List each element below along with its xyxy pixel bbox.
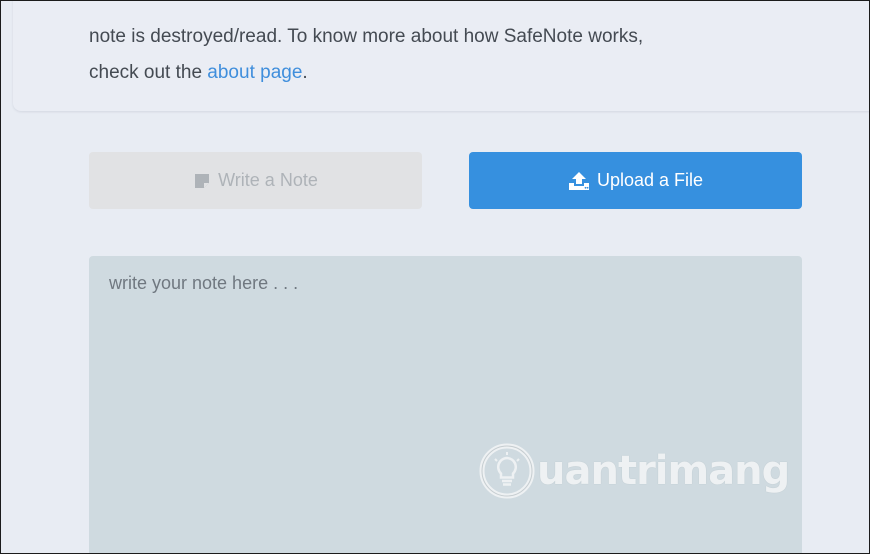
about-page-link[interactable]: about page (207, 62, 302, 83)
note-icon (193, 172, 211, 190)
write-note-tab[interactable]: Write a Note (89, 152, 422, 209)
upload-icon (568, 171, 590, 191)
upload-file-label: Upload a File (596, 170, 704, 190)
upload-file-tab[interactable]: Upload a File (469, 152, 802, 209)
intro-line-2-prefix: check out the (89, 62, 208, 83)
intro-line-1: note is destroyed/read. To know more abo… (89, 26, 644, 47)
app-frame: note is destroyed/read. To know more abo… (0, 0, 870, 554)
lightbulb-logo-icon (479, 443, 535, 499)
intro-line-2: check out the about page. (89, 55, 829, 91)
intro-text: note is destroyed/read. To know more abo… (89, 19, 829, 91)
note-placeholder: write your note here . . . (109, 273, 299, 293)
note-textarea[interactable]: write your note here . . . (89, 256, 802, 553)
watermark-text: uantrimang (537, 448, 790, 494)
intro-line-2-suffix: . (302, 62, 308, 83)
watermark: uantrimang (479, 443, 790, 499)
write-note-label: Write a Note (218, 170, 318, 190)
